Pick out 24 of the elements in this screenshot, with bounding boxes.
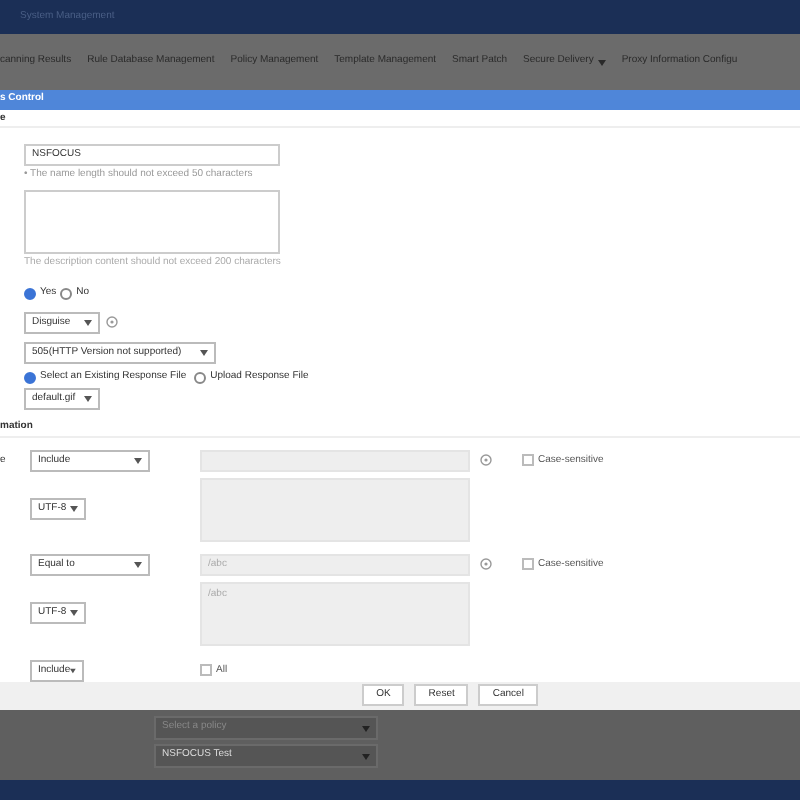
radio-button[interactable] [194,371,207,384]
checkbox[interactable] [200,664,212,677]
description-field[interactable] [24,189,280,254]
content-field[interactable] [200,477,470,542]
caret-icon [70,505,78,512]
radio-button[interactable] [60,288,73,301]
caret-icon [134,457,142,464]
info-icon [480,454,492,467]
radio-button[interactable] [24,371,36,384]
checkbox[interactable] [522,454,534,467]
caret-icon [84,319,92,326]
radio-button[interactable] [24,288,36,301]
value-field[interactable] [200,449,470,472]
caret-icon [362,753,370,759]
caret-icon [134,561,142,568]
info-icon [106,316,118,329]
caret-icon [70,667,76,674]
caret-icon [362,725,370,731]
caret-icon [597,59,606,65]
caret-icon [84,396,92,403]
caret-icon [70,609,78,616]
checkbox[interactable] [522,558,534,571]
caret-icon [200,349,208,356]
info-icon [480,558,492,571]
